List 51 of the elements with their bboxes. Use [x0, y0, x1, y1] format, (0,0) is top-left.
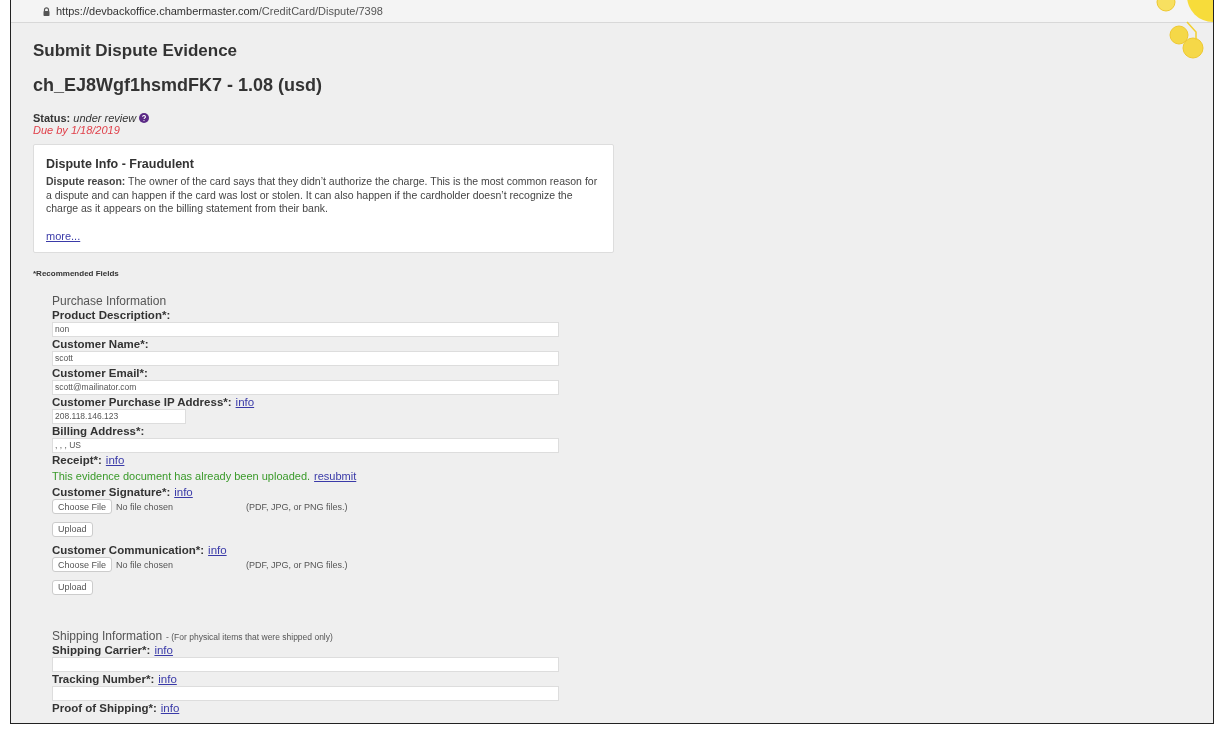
- upload-button[interactable]: Upload: [52, 521, 93, 537]
- section-title: Purchase Information: [52, 293, 167, 308]
- text-field[interactable]: [52, 685, 559, 701]
- text-field[interactable]: [52, 656, 559, 672]
- status-value: under review: [73, 112, 137, 124]
- info-link[interactable]: info: [174, 485, 193, 498]
- choose-file-button[interactable]: Choose File: [52, 499, 113, 514]
- field-label: Customer Purchase IP Address*:: [52, 395, 232, 408]
- info-link[interactable]: info: [208, 543, 227, 556]
- field-label: Tracking Number*:: [52, 672, 155, 685]
- file-type-hint: (PDF, JPG, or PNG files.): [246, 559, 348, 570]
- choose-file-button[interactable]: Choose File: [52, 557, 113, 572]
- text-field[interactable]: , , , US: [52, 437, 559, 453]
- field-label: Proof of Shipping*:: [52, 701, 157, 714]
- field-label: Billing Address*:: [52, 424, 145, 437]
- field-label: Receipt*:: [52, 453, 102, 466]
- field-label: Shipping Carrier*:: [52, 643, 151, 656]
- card-title: Dispute Info - Fraudulent: [46, 157, 195, 171]
- dispute-reason-text: Dispute reason: The owner of the card says that they didn’t authorize the charge. This is the most common reason for a dispute and can happen if the card was lost or stolen. It can also happen if the cardholder doesn’t recognize the charge as it appears on the billing statement from their bank.: [46, 175, 599, 216]
- address-bar[interactable]: https://devbackoffice.chambermaster.com/CreditCard/Dispute/7398: [11, 0, 1213, 23]
- help-icon[interactable]: [139, 113, 150, 123]
- info-link[interactable]: info: [105, 453, 125, 466]
- due-date: Due by 1/18/2019: [33, 124, 121, 136]
- more-link[interactable]: more...: [46, 229, 81, 242]
- charge-heading: ch_EJ8Wgf1hsmdFK7 - 1.08 (usd): [33, 75, 324, 96]
- file-status: No file chosen: [116, 501, 175, 512]
- field-label: Customer Email*:: [52, 366, 148, 379]
- info-link[interactable]: info: [154, 643, 173, 656]
- field-label: Customer Name*:: [52, 337, 149, 350]
- text-field[interactable]: non: [52, 321, 559, 337]
- text-field[interactable]: 208.118.146.123: [52, 408, 186, 424]
- section-title: Shipping Information: [52, 628, 163, 643]
- resubmit-link[interactable]: resubmit: [314, 469, 357, 482]
- text-field[interactable]: scott@mailinator.com: [52, 379, 559, 395]
- upload-message: This evidence document has already been uploaded.: [52, 469, 311, 482]
- info-link[interactable]: info: [158, 672, 177, 685]
- section-note: - (For physical items that were shipped only): [166, 631, 333, 642]
- lock-icon: [43, 6, 50, 16]
- page-title: Submit Dispute Evidence: [33, 41, 239, 61]
- url-text: https://devbackoffice.chambermaster.com/CreditCard/Dispute/7398: [56, 5, 383, 17]
- upload-button[interactable]: Upload: [52, 579, 93, 595]
- field-label: Customer Communication*:: [52, 543, 205, 556]
- status-label: Status:: [33, 112, 71, 124]
- info-link[interactable]: info: [235, 395, 255, 408]
- field-label: Customer Signature*:: [52, 485, 171, 498]
- file-status: No file chosen: [116, 559, 175, 570]
- file-type-hint: (PDF, JPG, or PNG files.): [246, 501, 348, 512]
- info-link[interactable]: info: [160, 701, 180, 714]
- text-field[interactable]: scott: [52, 350, 559, 366]
- recommended-note: *Recommended Fields: [33, 268, 120, 278]
- field-label: Product Description*:: [52, 308, 171, 321]
